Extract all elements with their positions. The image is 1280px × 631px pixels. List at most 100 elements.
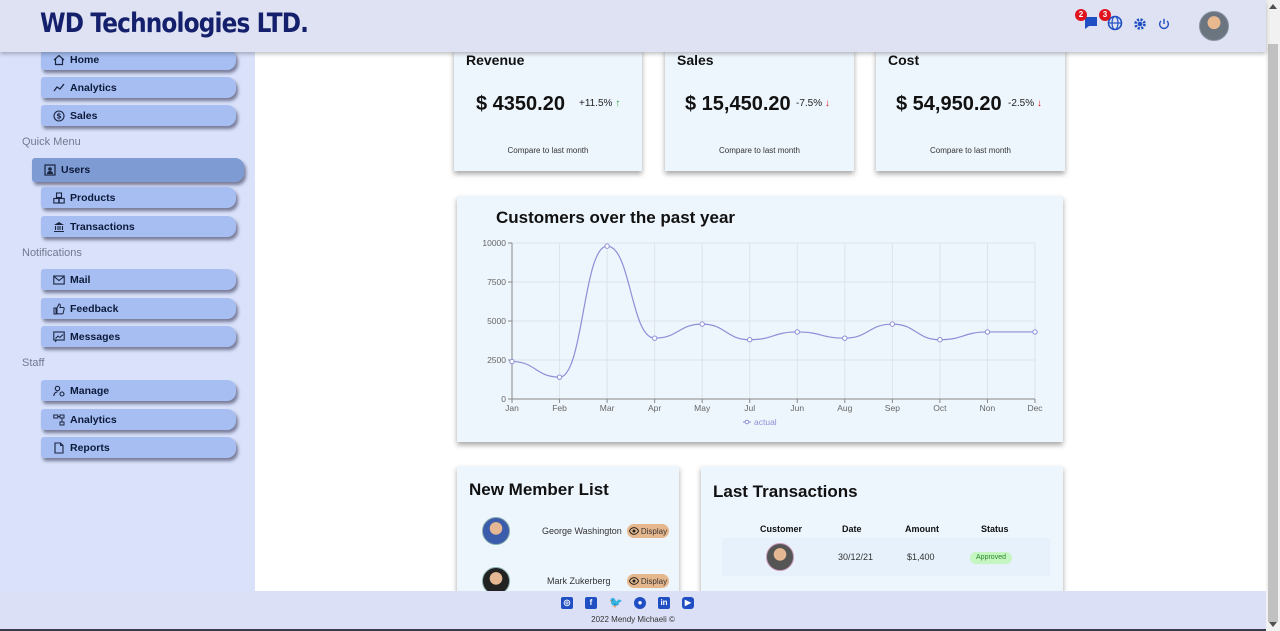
sidebar-item-label: Users: [61, 164, 91, 176]
message-chart-icon: [53, 330, 65, 342]
new-member-list-card: New Member List George Washington Displa…: [457, 466, 679, 606]
sidebar-item-sales[interactable]: $ Sales: [41, 105, 236, 126]
data-point: [1032, 329, 1038, 335]
list-item: George Washington Display: [469, 512, 674, 552]
column-header-amount: Amount: [905, 524, 939, 534]
x-tick-label: Jan: [505, 403, 519, 413]
arrow-down-icon: ↓: [824, 98, 830, 109]
language-icon[interactable]: 3: [1099, 9, 1125, 33]
x-tick-label: Dec: [1027, 403, 1043, 413]
sidebar-item-transactions[interactable]: Transactions: [41, 216, 236, 237]
svg-text:$: $: [56, 111, 61, 120]
sidebar-item-label: Products: [70, 191, 116, 204]
boxes-icon: [53, 191, 65, 204]
customers-line-chart: 025005000750010000Jan Feb Mar Apr May Jul Jun A…: [482, 238, 1043, 427]
data-point: [794, 329, 800, 335]
sidebar-item-reports[interactable]: Reports: [41, 437, 236, 458]
kpi-subtitle: Compare to last month: [930, 146, 1011, 155]
sidebar-item-products[interactable]: Products: [41, 187, 236, 208]
legend-swatch-point: [744, 419, 750, 425]
arrow-up-icon: ↑: [615, 98, 621, 109]
sidebar-item-manage[interactable]: Manage: [41, 380, 236, 401]
bank-icon: [54, 221, 64, 232]
section-title-staff: Staff: [22, 357, 45, 369]
kpi-subtitle: Compare to last month: [507, 146, 589, 155]
x-tick-label: Sep: [885, 403, 900, 413]
member-name: George Washington: [542, 526, 622, 536]
x-tick-label: Apr: [648, 403, 661, 413]
facebook-icon[interactable]: f: [585, 597, 597, 609]
column-header-status: Status: [981, 524, 1009, 534]
sidebar-item-label: Analytics: [70, 81, 117, 94]
dollar-circle-icon: $: [53, 109, 65, 122]
user-avatar[interactable]: [1199, 11, 1229, 41]
section-title-notifications: Notifications: [22, 247, 82, 259]
column-header-customer: Customer: [760, 524, 803, 534]
data-point: [509, 358, 515, 365]
x-tick-label: Jun: [790, 403, 804, 413]
display-button[interactable]: Display: [627, 524, 669, 538]
sidebar-item-feedback[interactable]: Feedback: [41, 298, 236, 319]
data-point: [699, 321, 705, 327]
youtube-icon[interactable]: ▶: [682, 597, 694, 609]
member-list-title: New Member List: [469, 480, 609, 499]
customer-avatar: [766, 543, 794, 571]
brand-logo[interactable]: WD Technologies LTD.: [40, 8, 309, 39]
kpi-rate: +11.5% ↑: [579, 98, 621, 109]
sidebar-item-label: Analytics: [70, 413, 117, 426]
settings-icon[interactable]: [1133, 17, 1151, 35]
instagram-icon[interactable]: ◎: [561, 597, 573, 609]
x-tick-label: Oct: [933, 403, 947, 413]
messages-badge: 2: [1075, 9, 1087, 21]
document-icon: [54, 441, 64, 454]
x-tick-label: Jul: [744, 403, 755, 413]
sidebar-item-messages[interactable]: Messages: [41, 326, 236, 347]
series-line-actual: [511, 245, 1035, 378]
sidebar-item-staff-analytics[interactable]: Analytics: [41, 409, 236, 430]
status-badge: Approved: [970, 552, 1012, 564]
thumbs-up-icon: [53, 302, 65, 314]
messages-icon[interactable]: 2: [1075, 9, 1101, 33]
data-point: [984, 329, 991, 335]
display-button[interactable]: Display: [627, 574, 669, 588]
sidebar-item-mail[interactable]: Mail: [41, 269, 236, 290]
y-tick-label: 7500: [487, 277, 506, 287]
user-card-icon: [44, 164, 56, 176]
arrow-down-icon: ↓: [1036, 98, 1042, 109]
scroll-up-arrow[interactable]: [1269, 4, 1277, 9]
member-name: Mark Zukerberg: [547, 576, 611, 586]
member-avatar: [482, 517, 510, 545]
github-icon[interactable]: ●: [634, 597, 646, 609]
table-row: 30/12/21 $1,400 Approved: [722, 538, 1050, 576]
linkedin-icon[interactable]: in: [658, 597, 670, 609]
transaction-date: 30/12/21: [838, 552, 874, 562]
kpi-card-cost: Cost $ 54,950.20 -2.5% ↓ Compare to last…: [876, 48, 1065, 171]
legend-label: actual: [754, 417, 777, 427]
top-bar: WD Technologies LTD. 2 3: [0, 0, 1266, 52]
kpi-card-revenue: Revenue $ 4350.20 +11.5% ↑ Compare to la…: [454, 48, 642, 171]
footer: ◎ f 🐦 ● in ▶ 2022 Mendy Michaeli ©: [0, 591, 1266, 629]
x-tick-label: Non: [980, 403, 996, 413]
power-icon[interactable]: [1157, 17, 1175, 35]
sidebar-item-analytics[interactable]: Analytics: [41, 77, 236, 98]
sidebar-item-label: Manage: [70, 384, 110, 397]
x-tick-label: Feb: [552, 403, 567, 413]
sidebar-item-label: Transactions: [70, 220, 135, 233]
scroll-down-arrow[interactable]: [1269, 622, 1277, 627]
sidebar-item-users[interactable]: Users: [32, 158, 244, 182]
data-point: [842, 335, 848, 341]
transaction-amount: $1,400: [907, 552, 935, 562]
scrollbar-thumb[interactable]: [1268, 44, 1278, 622]
customers-chart-card: Customers over the past year 0 2500 5000 75…: [457, 196, 1063, 442]
vertical-scrollbar[interactable]: [1266, 0, 1280, 631]
twitter-icon[interactable]: 🐦: [609, 597, 623, 609]
sidebar-item-label: Home: [70, 53, 100, 66]
sidebar-item-home[interactable]: Home: [41, 49, 236, 70]
language-badge: 3: [1099, 9, 1111, 21]
kpi-title: Cost: [888, 52, 920, 68]
x-tick-label: Mar: [600, 403, 615, 413]
kpi-card-sales: Sales $ 15,450.20 -7.5% ↓ Compare to las…: [665, 48, 854, 171]
sidebar-item-label: Reports: [70, 441, 110, 454]
kpi-title: Revenue: [466, 52, 525, 68]
eye-icon: [628, 527, 639, 535]
